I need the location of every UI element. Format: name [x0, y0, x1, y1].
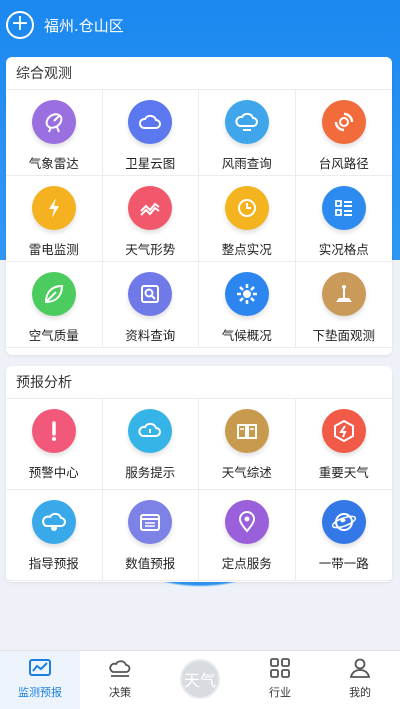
- tile-lightning-monitor[interactable]: 雷电监测: [6, 176, 103, 262]
- nav-label: 我的: [349, 686, 371, 699]
- tile-label: 卫星云图: [125, 156, 176, 171]
- tile-important-weather[interactable]: 重要天气: [295, 399, 392, 490]
- nav-industry[interactable]: 行业: [240, 651, 320, 709]
- warning-hexagon-icon: [321, 409, 366, 453]
- tile-label: 指导预报: [28, 556, 79, 571]
- section-title: 综合观测: [6, 57, 392, 90]
- trend-chart-icon: [128, 186, 173, 230]
- wind-rain-icon: [224, 100, 269, 144]
- tile-label: 风雨查询: [221, 156, 272, 171]
- tile-guidance-forecast[interactable]: 指导预报: [6, 490, 103, 581]
- nav-decision[interactable]: 决策: [80, 651, 160, 709]
- tile-weather-summary[interactable]: 天气综述: [199, 399, 296, 490]
- tile-label: 定点服务: [221, 556, 272, 571]
- tile-label: 整点实况: [221, 242, 272, 257]
- tile-warning-center[interactable]: 预警中心: [6, 399, 103, 490]
- alert-exclamation-icon: [31, 409, 76, 453]
- tile-label: 雷电监测: [28, 242, 79, 257]
- sun-gear-icon: [224, 272, 269, 316]
- cloud-clock-icon: [31, 500, 76, 544]
- weather-center-icon: 天气: [180, 659, 220, 699]
- grid-list-icon: [321, 186, 366, 230]
- surface-station-icon: [321, 272, 366, 316]
- radar-dish-icon: [31, 100, 76, 144]
- tile-hourly-observation[interactable]: 整点实况: [199, 176, 296, 262]
- tile-fixed-point-service[interactable]: 定点服务: [199, 490, 296, 581]
- tile-label: 天气形势: [125, 242, 176, 257]
- tile-satellite-cloud[interactable]: 卫星云图: [102, 90, 199, 176]
- tile-label: 资料查询: [125, 328, 176, 343]
- typhoon-icon: [321, 100, 366, 144]
- forecast-analysis-card: 预报分析 预警中心 服务提示 天气综述 重要天气 指导预报 数值预报 定点服务 …: [6, 366, 392, 582]
- tile-belt-and-road[interactable]: 一带一路: [295, 490, 392, 581]
- tile-label: 重要天气: [318, 465, 369, 480]
- tile-label: 一带一路: [318, 556, 369, 571]
- globe-icon: [321, 500, 366, 544]
- top-bar: + 福州.仓山区: [0, 0, 400, 50]
- section-title: 预报分析: [6, 366, 392, 399]
- tile-label: 天气综述: [221, 465, 272, 480]
- chart-monitor-icon: [28, 656, 52, 680]
- nav-label: 决策: [109, 686, 131, 699]
- observation-grid: 气象雷达 卫星云图 风雨查询 台风路径 雷电监测 天气形势 整点实况 实况格点 …: [6, 90, 392, 348]
- nav-mine[interactable]: 我的: [320, 651, 400, 709]
- plus-icon: +: [10, 11, 30, 36]
- cloud-alert-icon: [128, 409, 173, 453]
- user-icon: [348, 656, 372, 680]
- add-city-button[interactable]: +: [6, 11, 34, 39]
- tile-label: 气候概况: [221, 328, 272, 343]
- tile-surface-observation[interactable]: 下垫面观测: [295, 262, 392, 348]
- nav-label: 行业: [269, 686, 291, 699]
- tile-numerical-forecast[interactable]: 数值预报: [102, 490, 199, 581]
- tile-typhoon-path[interactable]: 台风路径: [295, 90, 392, 176]
- lightning-icon: [31, 186, 76, 230]
- tile-grid-observation[interactable]: 实况格点: [295, 176, 392, 262]
- tile-label: 实况格点: [318, 242, 369, 257]
- location-label[interactable]: 福州.仓山区: [44, 15, 124, 36]
- cloud-icon: [128, 100, 173, 144]
- nav-label: 监测预报: [18, 686, 62, 699]
- tile-label: 预警中心: [28, 465, 79, 480]
- tile-climate-overview[interactable]: 气候概况: [199, 262, 296, 348]
- tile-label: 空气质量: [28, 328, 79, 343]
- nav-weather-label: 天气: [183, 671, 216, 690]
- clock-icon: [224, 186, 269, 230]
- tile-label: 数值预报: [125, 556, 176, 571]
- tile-label: 服务提示: [125, 465, 176, 480]
- tile-weather-radar[interactable]: 气象雷达: [6, 90, 103, 176]
- nav-monitor-forecast[interactable]: 监测预报: [0, 651, 80, 709]
- calendar-number-icon: [128, 500, 173, 544]
- location-pin-icon: [224, 500, 269, 544]
- comprehensive-observation-card: 综合观测 气象雷达 卫星云图 风雨查询 台风路径 雷电监测 天气形势 整点实况 …: [6, 57, 392, 355]
- document-search-icon: [128, 272, 173, 316]
- cloud-hat-icon: [108, 656, 132, 680]
- tile-wind-rain-query[interactable]: 风雨查询: [199, 90, 296, 176]
- bottom-navigation: 监测预报 决策 天气 行业 我的: [0, 650, 400, 709]
- tile-service-tips[interactable]: 服务提示: [102, 399, 199, 490]
- apps-grid-icon: [268, 656, 292, 680]
- tile-label: 下垫面观测: [312, 328, 375, 343]
- tile-label: 气象雷达: [28, 156, 79, 171]
- nav-weather[interactable]: 天气: [160, 651, 240, 709]
- book-icon: [224, 409, 269, 453]
- tile-label: 台风路径: [318, 156, 369, 171]
- forecast-grid: 预警中心 服务提示 天气综述 重要天气 指导预报 数值预报 定点服务 一带一路: [6, 399, 392, 581]
- leaf-icon: [31, 272, 76, 316]
- tile-data-query[interactable]: 资料查询: [102, 262, 199, 348]
- tile-weather-situation[interactable]: 天气形势: [102, 176, 199, 262]
- tile-air-quality[interactable]: 空气质量: [6, 262, 103, 348]
